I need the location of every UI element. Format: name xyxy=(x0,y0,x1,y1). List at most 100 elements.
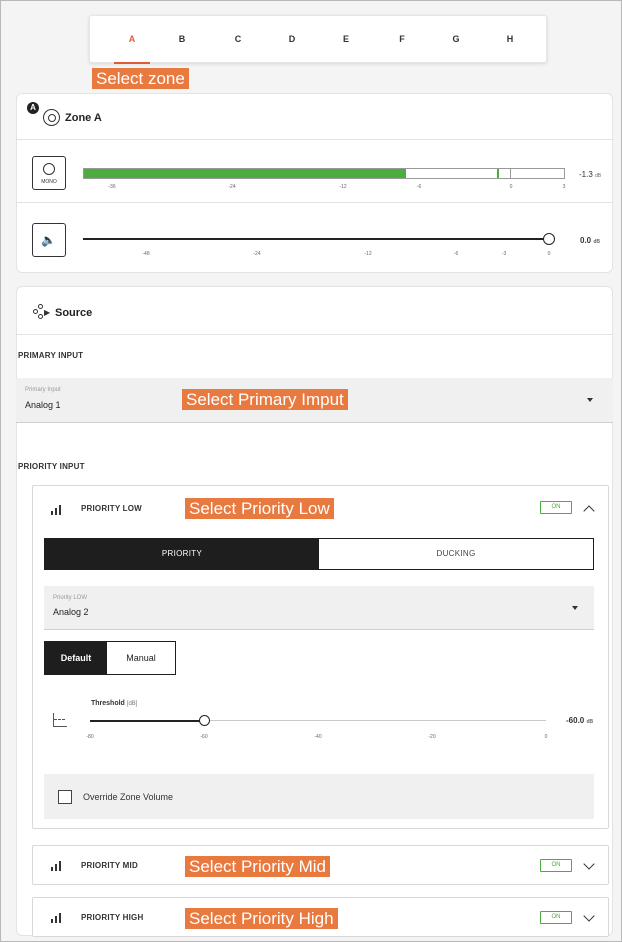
priority-high-status-badge[interactable]: ON xyxy=(540,911,572,924)
priority-low-title: PRIORITY LOW xyxy=(81,504,142,513)
override-zone-volume-row: Override Zone Volume xyxy=(44,774,594,819)
meter-level-fill xyxy=(84,169,406,178)
priority-low-caption: Priority LOW xyxy=(53,595,88,601)
threshold-label: Threshold [dB] xyxy=(91,700,137,707)
tab-zone-g[interactable]: G xyxy=(436,16,476,64)
app-frame: A B C D E F G H Select zone A Zone A MON… xyxy=(0,0,622,942)
threshold-title: Threshold xyxy=(91,700,125,707)
meter-tick: 0 xyxy=(509,184,513,190)
meter-db-unit: dB xyxy=(595,173,602,179)
arrow-icon: ▶ xyxy=(44,308,51,317)
node-dot xyxy=(33,309,38,314)
volume-tick: -3 xyxy=(501,251,507,257)
tab-zone-e[interactable]: E xyxy=(326,16,366,64)
source-title: Source xyxy=(55,307,93,319)
node-dot xyxy=(38,304,43,309)
signal-bars-icon xyxy=(51,913,65,923)
zone-number-icon: A xyxy=(27,102,39,114)
tab-zone-c[interactable]: C xyxy=(218,16,258,64)
threshold-tick: -40 xyxy=(314,734,322,740)
tab-zone-b[interactable]: B xyxy=(162,16,202,64)
threshold-tick: -60 xyxy=(200,734,208,740)
callout-select-zone: Select zone xyxy=(92,68,189,89)
mono-label: MONO xyxy=(41,179,57,185)
threshold-db-value: -60.0 xyxy=(566,716,585,725)
chevron-up-icon[interactable] xyxy=(583,505,595,517)
volume-db-value: 0.0 xyxy=(580,236,592,245)
volume-db-unit: dB xyxy=(593,239,601,245)
caret-down-icon xyxy=(587,398,593,402)
source-header: ▶ Source xyxy=(17,287,612,335)
meter-db-readout: -1.3 dB xyxy=(579,170,601,179)
chevron-down-icon[interactable] xyxy=(583,858,595,870)
meter-peak-marker xyxy=(497,169,499,178)
callout-primary-input: Select Primary Imput xyxy=(182,389,348,410)
chevron-down-icon[interactable] xyxy=(583,910,595,922)
default-mode-button[interactable]: Default xyxy=(45,642,107,674)
callout-priority-low: Select Priority Low xyxy=(185,498,334,519)
tab-zone-d[interactable]: D xyxy=(272,16,312,64)
meter-tick: -6 xyxy=(416,184,422,190)
override-zone-volume-checkbox[interactable] xyxy=(58,790,72,804)
meter-tick: -36 xyxy=(108,184,116,190)
tab-priority[interactable]: PRIORITY xyxy=(45,539,319,569)
speaker-volume-icon: 🔈 xyxy=(41,233,56,247)
zone-header: A Zone A xyxy=(17,94,612,140)
priority-low-value: Analog 2 xyxy=(53,607,89,617)
threshold-unit-label: [dB] xyxy=(126,701,138,707)
threshold-db-readout: -60.0 dB xyxy=(566,716,593,725)
meter-tick: -24 xyxy=(228,184,236,190)
caret-down-icon xyxy=(572,606,578,610)
level-meter xyxy=(83,168,565,179)
priority-input-label: PRIORITY INPUT xyxy=(18,462,85,471)
threshold-tick: -80 xyxy=(86,734,94,740)
threshold-tick: 0 xyxy=(544,734,548,740)
threshold-slider-thumb[interactable] xyxy=(199,715,210,726)
threshold-slider-track[interactable] xyxy=(204,720,546,721)
speaker-zone-icon xyxy=(43,109,60,126)
volume-slider-track[interactable] xyxy=(83,238,549,240)
priority-low-select[interactable]: Priority LOW Analog 2 xyxy=(44,586,594,630)
circle-icon xyxy=(43,163,55,175)
tab-ducking[interactable]: DUCKING xyxy=(319,539,593,569)
zone-tab-bar: A B C D E F G H xyxy=(89,15,547,64)
volume-tick: 0 xyxy=(547,251,551,257)
volume-slider-thumb[interactable] xyxy=(543,233,555,245)
override-zone-volume-label: Override Zone Volume xyxy=(83,792,174,802)
meter-tick: -12 xyxy=(339,184,347,190)
tab-zone-f[interactable]: F xyxy=(382,16,422,64)
zone-title: Zone A xyxy=(65,112,102,124)
threshold-tick: -20 xyxy=(428,734,436,740)
priority-mid-status-badge[interactable]: ON xyxy=(540,859,572,872)
priority-mode-tabs: PRIORITY DUCKING xyxy=(44,538,594,570)
primary-input-caption: Primary Input xyxy=(25,387,61,393)
volume-button[interactable]: 🔈 xyxy=(32,223,66,257)
volume-tick: -24 xyxy=(253,251,261,257)
tab-zone-a[interactable]: A xyxy=(112,16,152,64)
threshold-mode-toggle: Default Manual xyxy=(44,641,176,675)
volume-tick: -12 xyxy=(364,251,372,257)
meter-db-value: -1.3 xyxy=(579,170,593,179)
primary-input-label: PRIMARY INPUT xyxy=(18,351,84,360)
volume-tick: -48 xyxy=(142,251,150,257)
threshold-icon xyxy=(53,713,67,727)
callout-priority-mid: Select Priority Mid xyxy=(185,856,330,877)
tab-zone-h[interactable]: H xyxy=(490,16,530,64)
volume-db-readout: 0.0 dB xyxy=(580,236,600,245)
mono-button[interactable]: MONO xyxy=(32,156,66,190)
priority-mid-title: PRIORITY MID xyxy=(81,861,138,870)
manual-mode-button[interactable]: Manual xyxy=(107,642,175,674)
divider xyxy=(17,202,612,203)
volume-tick: -6 xyxy=(453,251,459,257)
meter-tick: 3 xyxy=(562,184,566,190)
primary-input-value: Analog 1 xyxy=(25,400,61,410)
signal-bars-icon xyxy=(51,861,65,871)
meter-zero-mark xyxy=(510,169,511,178)
priority-low-status-badge[interactable]: ON xyxy=(540,501,572,514)
priority-high-title: PRIORITY HIGH xyxy=(81,913,144,922)
threshold-slider-fill[interactable] xyxy=(90,720,204,722)
callout-priority-high: Select Priority High xyxy=(185,908,338,929)
signal-bars-icon xyxy=(51,505,65,515)
threshold-db-unit: dB xyxy=(586,719,594,725)
zone-card: A Zone A xyxy=(16,93,613,273)
